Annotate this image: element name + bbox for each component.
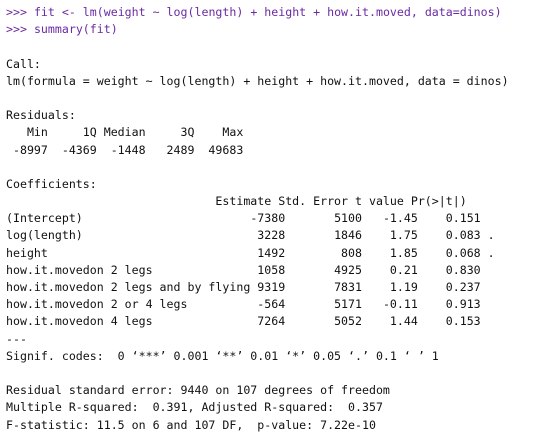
coef-std-error: 808	[285, 245, 362, 260]
coefficients-separator: ---	[6, 331, 27, 346]
coefficient-row: how.it.movedon 4 legs 7264 5052 1.44 0.1…	[6, 313, 546, 330]
coef-estimate: 7264	[250, 314, 286, 329]
prompt-symbol: >>>	[6, 22, 27, 37]
residuals-header: Min 1Q Median 3Q Max	[6, 125, 251, 140]
coefficient-row: height 1492 808 1.85 0.068 .	[6, 245, 546, 262]
coefficient-row: how.it.movedon 2 legs and by flying 9319…	[6, 279, 546, 296]
command-text: summary(fit)	[33, 22, 118, 37]
residual-standard-error: Residual standard error: 9440 on 107 deg…	[6, 383, 390, 398]
coef-signif	[481, 263, 495, 277]
coef-signif	[481, 314, 495, 328]
coefficient-row: (Intercept) -7380 5100 -1.45 0.151	[6, 210, 546, 227]
call-heading: Call:	[6, 56, 41, 71]
coef-signif	[481, 211, 495, 225]
coef-std-error: 1846	[285, 228, 362, 243]
coefficients-header: Estimate Std. Error t value Pr(>|t|)	[6, 194, 481, 209]
coef-p-value: 0.083	[417, 228, 481, 243]
coef-estimate: -7380	[250, 211, 286, 226]
coef-t-value: 1.85	[362, 245, 418, 260]
coefficients-heading: Coefficients:	[6, 176, 97, 191]
coef-estimate: -564	[250, 297, 286, 312]
r-console[interactable]: >>> fit <- lm(weight ~ log(length) + hei…	[0, 0, 546, 432]
coef-std-error: 4925	[285, 262, 362, 277]
coefficient-row: how.it.movedon 2 or 4 legs -564 5171 -0.…	[6, 296, 546, 313]
signif-codes: Signif. codes: 0 ‘***’ 0.001 ‘**’ 0.01 ‘…	[6, 348, 439, 363]
coef-t-value: -1.45	[362, 211, 418, 226]
coef-signif: .	[480, 245, 495, 260]
coef-std-error: 5100	[285, 211, 362, 226]
prompt-symbol: >>>	[6, 5, 27, 19]
coef-p-value: 0.153	[417, 314, 481, 329]
coefficient-row: how.it.movedon 2 legs 1058 4925 0.21 0.8…	[6, 262, 546, 279]
coef-signif: .	[480, 228, 495, 243]
coef-signif	[481, 297, 495, 311]
coef-name: log(length)	[6, 228, 251, 243]
coef-t-value: -0.11	[362, 297, 418, 312]
coef-name: how.it.movedon 2 legs and by flying	[6, 280, 251, 294]
coef-estimate: 9319	[250, 280, 286, 294]
coef-estimate: 1058	[250, 262, 286, 277]
coefficient-row: log(length) 3228 1846 1.75 0.083 .	[6, 227, 546, 244]
coef-p-value: 0.913	[417, 297, 481, 312]
prompt-line: >>> summary(fit)	[6, 21, 546, 38]
coef-name: (Intercept)	[6, 211, 251, 226]
command-text: fit <- lm(weight ~ log(length) + height …	[33, 5, 502, 19]
coef-name: how.it.movedon 4 legs	[6, 314, 251, 329]
coef-std-error: 7831	[285, 280, 362, 294]
coef-t-value: 1.19	[362, 280, 418, 294]
residuals-values: -8997 -4369 -1448 2489 49683	[6, 142, 251, 157]
coef-name: how.it.movedon 2 legs	[6, 262, 251, 277]
coef-p-value: 0.237	[417, 280, 481, 294]
prompt-line: >>> fit <- lm(weight ~ log(length) + hei…	[6, 4, 546, 21]
residuals-heading: Residuals:	[6, 108, 76, 123]
coef-estimate: 1492	[250, 245, 286, 260]
call-formula: lm(formula = weight ~ log(length) + heig…	[6, 73, 509, 88]
coefficients-table: (Intercept) -7380 5100 -1.45 0.151 log(l…	[6, 210, 546, 330]
coef-std-error: 5171	[285, 297, 362, 312]
coef-t-value: 0.21	[362, 262, 418, 277]
coef-p-value: 0.068	[417, 245, 481, 260]
r-squared-line: Multiple R-squared: 0.391, Adjusted R-sq…	[6, 400, 383, 415]
coef-estimate: 3228	[250, 228, 286, 243]
coef-p-value: 0.830	[417, 262, 481, 277]
coef-p-value: 0.151	[417, 211, 481, 226]
coef-name: height	[6, 245, 251, 260]
coef-t-value: 1.44	[362, 314, 418, 329]
coef-signif	[481, 280, 495, 294]
f-statistic-line: F-statistic: 11.5 on 6 and 107 DF, p-val…	[6, 417, 376, 432]
coef-name: how.it.movedon 2 or 4 legs	[6, 297, 251, 312]
coef-t-value: 1.75	[362, 228, 418, 243]
coef-std-error: 5052	[285, 314, 362, 329]
